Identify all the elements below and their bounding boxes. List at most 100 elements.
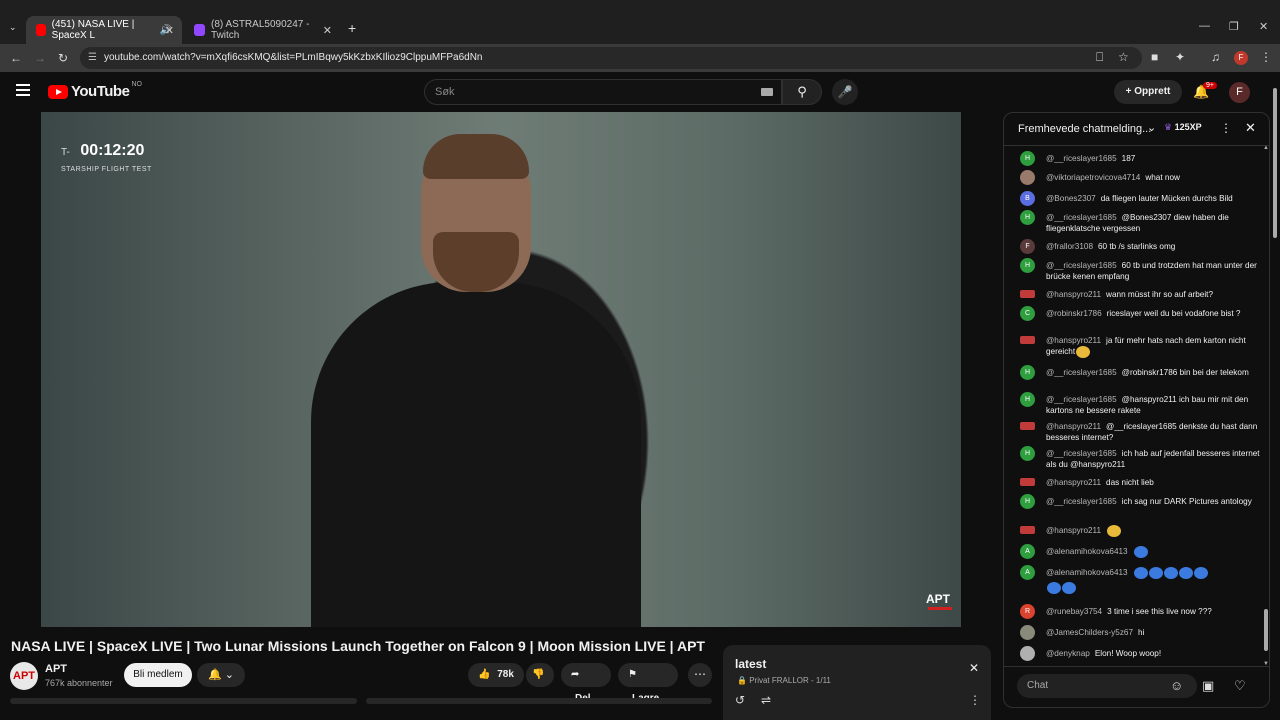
keyboard-icon[interactable]	[761, 88, 773, 96]
chat-username[interactable]: @alenamihokova6413	[1046, 547, 1128, 556]
voice-search-button[interactable]: 🎤	[832, 79, 858, 105]
chat-username[interactable]: @hanspyro211	[1046, 336, 1101, 345]
chat-avatar[interactable]: B	[1020, 191, 1035, 206]
shuffle-icon[interactable]: ⇌	[761, 693, 771, 707]
chat-scroll-thumb[interactable]	[1264, 609, 1268, 651]
chat-mode-title[interactable]: Fremhevede chatmelding...	[1018, 123, 1151, 135]
puzzle-extensions-icon[interactable]: ✦	[1175, 50, 1185, 64]
chat-username[interactable]: @__riceslayer1685	[1046, 154, 1117, 163]
chat-username[interactable]: @frallor3108	[1046, 242, 1093, 251]
extension-icon[interactable]: ■	[1151, 50, 1158, 64]
chat-avatar[interactable]	[1020, 422, 1035, 430]
chat-avatar[interactable]	[1020, 625, 1035, 640]
user-avatar[interactable]: F	[1229, 82, 1250, 103]
join-button[interactable]: Bli medlem	[124, 663, 192, 687]
chat-username[interactable]: @denyknap	[1046, 649, 1090, 658]
xp-badge[interactable]: ♛ 125XP	[1164, 122, 1202, 133]
chat-scrollbar[interactable]: ▲ ▼	[1263, 145, 1269, 667]
scroll-up-icon[interactable]: ▲	[1263, 145, 1269, 151]
chat-username[interactable]: @hanspyro211	[1046, 422, 1101, 431]
chat-avatar[interactable]	[1020, 526, 1035, 534]
chat-username[interactable]: @robinskr1786	[1046, 309, 1102, 318]
chat-avatar[interactable]	[1020, 646, 1035, 661]
maximize-icon[interactable]: ❐	[1229, 20, 1239, 33]
chat-avatar[interactable]: H	[1020, 365, 1035, 380]
playlist-more-icon[interactable]: ⋮	[969, 693, 981, 707]
chat-username[interactable]: @__riceslayer1685	[1046, 497, 1117, 506]
chat-username[interactable]: @alenamihokova6413	[1046, 568, 1128, 577]
channel-avatar[interactable]: APT	[10, 662, 38, 690]
browser-tab-twitch[interactable]: (8) ASTRAL5090247 - Twitch ✕	[184, 16, 340, 44]
chat-username[interactable]: @runebay3754	[1046, 607, 1102, 616]
heart-icon[interactable]: ♡	[1234, 678, 1246, 694]
browser-menu-icon[interactable]: ⋮	[1260, 50, 1272, 64]
chat-avatar[interactable]	[1020, 478, 1035, 486]
close-chat-icon[interactable]: ✕	[1245, 120, 1256, 136]
share-button[interactable]: ➦ Del	[561, 663, 611, 704]
chat-avatar[interactable]: H	[1020, 258, 1035, 273]
super-chat-icon[interactable]: ▣	[1202, 678, 1214, 694]
search-button[interactable]: ⚲	[782, 79, 822, 105]
install-app-icon[interactable]: ⎕	[1096, 50, 1103, 65]
chat-username[interactable]: @JamesChilders-y5z67	[1046, 628, 1133, 637]
channel-watermark[interactable]: APT	[926, 592, 950, 606]
chat-username[interactable]: @viktoriapetrovicova4714	[1046, 173, 1140, 182]
minimize-icon[interactable]: —	[1199, 20, 1210, 32]
channel-name[interactable]: APT	[45, 663, 67, 675]
chat-avatar[interactable]: H	[1020, 151, 1035, 166]
chat-username[interactable]: @Bones2307	[1046, 194, 1096, 203]
chat-avatar[interactable]	[1020, 290, 1035, 298]
create-button[interactable]: + Opprett	[1114, 80, 1182, 104]
site-info-icon[interactable]: ☰	[88, 47, 97, 69]
chat-avatar[interactable]: A	[1020, 544, 1035, 559]
chat-avatar[interactable]: H	[1020, 210, 1035, 225]
like-button[interactable]: 👍 78k	[468, 663, 524, 687]
chat-username[interactable]: @hanspyro211	[1046, 478, 1101, 487]
close-tab-icon[interactable]: ✕	[165, 24, 174, 37]
chat-username[interactable]: @hanspyro211	[1046, 290, 1101, 299]
reload-icon[interactable]: ↻	[58, 51, 68, 65]
browser-tab-youtube[interactable]: (451) NASA LIVE | SpaceX L 🔊 ✕	[26, 16, 182, 44]
media-control-icon[interactable]: ♫	[1211, 50, 1220, 64]
tab-list-chevron-icon[interactable]: ⌄	[9, 22, 17, 33]
chat-avatar[interactable]: F	[1020, 239, 1035, 254]
save-button[interactable]: ⚑ Lagre	[618, 663, 678, 704]
chat-avatar[interactable]: C	[1020, 306, 1035, 321]
chat-avatar[interactable]	[1020, 170, 1035, 185]
chevron-down-icon[interactable]: ⌄	[1147, 121, 1156, 134]
forward-icon[interactable]: →	[34, 51, 46, 65]
loop-icon[interactable]: ↺	[735, 693, 745, 707]
search-input[interactable]: Søk	[424, 79, 782, 105]
close-tab-icon[interactable]: ✕	[323, 24, 332, 37]
address-bar[interactable]: ☰ youtube.com/watch?v=mXqfi6csKMQ&list=P…	[80, 47, 1142, 69]
close-playlist-icon[interactable]: ✕	[969, 661, 979, 675]
chat-username[interactable]: @__riceslayer1685	[1046, 449, 1117, 458]
new-tab-button[interactable]: +	[348, 20, 356, 36]
dislike-button[interactable]: 👎	[526, 663, 554, 687]
bookmark-star-icon[interactable]: ☆	[1118, 50, 1129, 64]
emoji-picker-icon[interactable]: ☺	[1170, 678, 1183, 693]
youtube-logo[interactable]: YouTube NO	[48, 81, 142, 100]
chat-messages[interactable]: H @__riceslayer1685 187 @viktoriapetrovic…	[1004, 147, 1262, 665]
page-scroll-thumb[interactable]	[1273, 88, 1277, 238]
video-player[interactable]: T- 00:12:20 STARSHIP FLIGHT TEST	[41, 112, 961, 627]
menu-icon[interactable]	[16, 84, 30, 99]
page-scrollbar[interactable]	[1272, 86, 1278, 706]
chat-username[interactable]: @__riceslayer1685	[1046, 368, 1117, 377]
close-window-icon[interactable]: ✕	[1259, 20, 1268, 33]
chat-avatar[interactable]	[1020, 336, 1035, 344]
chat-more-icon[interactable]: ⋮	[1220, 121, 1232, 135]
profile-avatar[interactable]: F	[1234, 51, 1248, 65]
subscription-bell-button[interactable]: 🔔 ⌄	[197, 663, 245, 687]
chat-avatar[interactable]: H	[1020, 494, 1035, 509]
back-icon[interactable]: ←	[10, 51, 22, 65]
chat-username[interactable]: @__riceslayer1685	[1046, 395, 1117, 404]
chat-avatar[interactable]: A	[1020, 565, 1035, 580]
chat-username[interactable]: @hanspyro211	[1046, 526, 1101, 535]
chat-username[interactable]: @__riceslayer1685	[1046, 261, 1117, 270]
playlist-title[interactable]: latest	[735, 657, 766, 671]
chat-avatar[interactable]: H	[1020, 392, 1035, 407]
chat-avatar[interactable]: H	[1020, 446, 1035, 461]
more-actions-button[interactable]: ⋯	[688, 663, 712, 687]
chat-avatar[interactable]: R	[1020, 604, 1035, 619]
